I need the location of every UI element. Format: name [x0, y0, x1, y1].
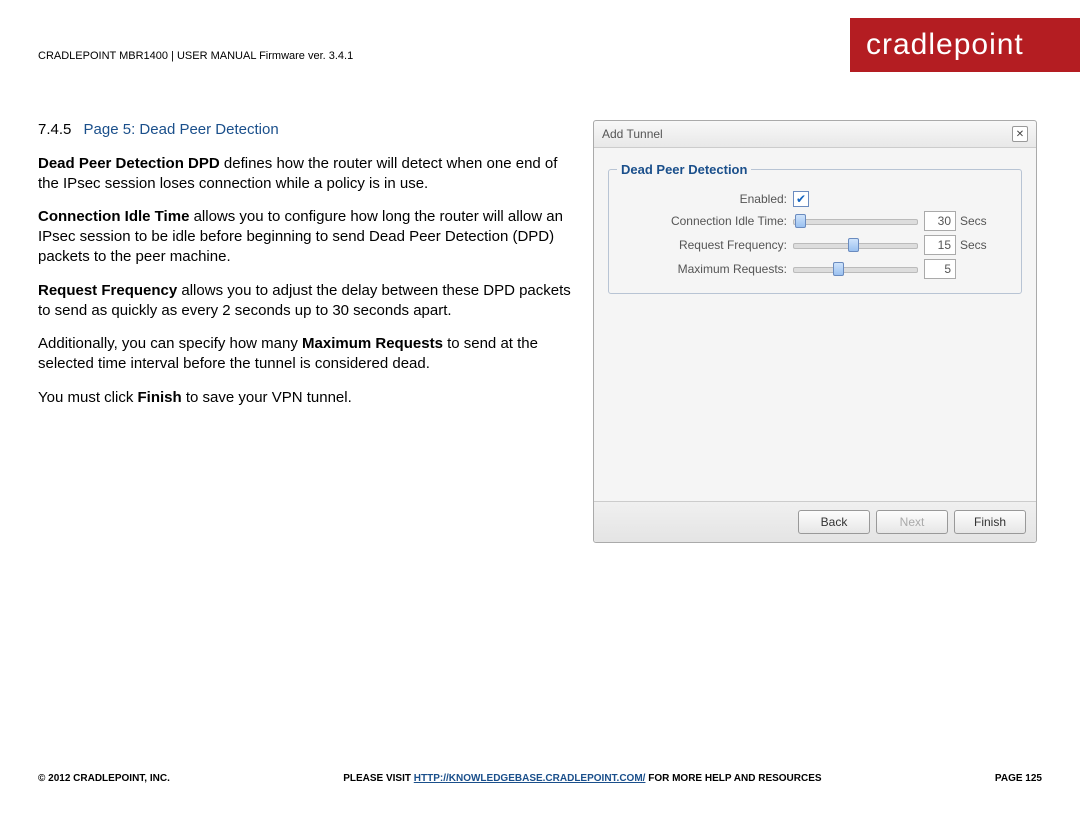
dialog-title: Add Tunnel: [602, 127, 663, 141]
close-icon[interactable]: ✕: [1012, 126, 1028, 142]
group-legend: Dead Peer Detection: [617, 162, 751, 177]
footer-copyright: © 2012 CRADLEPOINT, INC.: [38, 773, 170, 784]
finish-button[interactable]: Finish: [954, 510, 1026, 534]
idle-label: Connection Idle Time:: [617, 214, 793, 228]
max-label: Maximum Requests:: [617, 262, 793, 276]
slider-thumb-icon[interactable]: [833, 262, 844, 276]
freq-slider[interactable]: [793, 238, 918, 252]
idle-value[interactable]: 30: [924, 211, 956, 231]
enabled-label: Enabled:: [617, 192, 793, 206]
add-tunnel-dialog: Add Tunnel ✕ Dead Peer Detection Enabled…: [593, 120, 1037, 543]
paragraph-idle: Connection Idle Time allows you to confi…: [38, 207, 573, 266]
paragraph-dpd: Dead Peer Detection DPD defines how the …: [38, 154, 573, 194]
text: You must click: [38, 389, 138, 406]
footer-mid-pre: PLEASE VISIT: [343, 773, 414, 784]
max-value[interactable]: 5: [924, 259, 956, 279]
bold-max: Maximum Requests: [302, 335, 443, 352]
freq-label: Request Frequency:: [617, 238, 793, 252]
freq-value[interactable]: 15: [924, 235, 956, 255]
unit-label: Secs: [960, 238, 987, 252]
text: Additionally, you can specify how many: [38, 335, 302, 352]
footer-mid: PLEASE VISIT HTTP://KNOWLEDGEBASE.CRADLE…: [343, 773, 821, 784]
paragraph-max: Additionally, you can specify how many M…: [38, 334, 573, 374]
paragraph-finish: You must click Finish to save your VPN t…: [38, 388, 573, 408]
next-button[interactable]: Next: [876, 510, 948, 534]
brand-logo: cradlepoint: [850, 18, 1080, 72]
footer-page: PAGE 125: [995, 773, 1042, 784]
bold-freq: Request Frequency: [38, 282, 177, 299]
footer-link[interactable]: HTTP://KNOWLEDGEBASE.CRADLEPOINT.COM/: [414, 773, 646, 784]
paragraph-freq: Request Frequency allows you to adjust t…: [38, 281, 573, 321]
text: to save your VPN tunnel.: [182, 389, 352, 406]
bold-idle: Connection Idle Time: [38, 208, 189, 225]
enabled-checkbox[interactable]: ✔: [793, 191, 809, 207]
slider-thumb-icon[interactable]: [795, 214, 806, 228]
section-title: Page 5: Dead Peer Detection: [84, 121, 279, 138]
bold-dpd: Dead Peer Detection DPD: [38, 155, 220, 172]
check-icon: ✔: [796, 193, 806, 205]
footer-mid-post: FOR MORE HELP AND RESOURCES: [645, 773, 821, 784]
idle-slider[interactable]: [793, 214, 918, 228]
back-button[interactable]: Back: [798, 510, 870, 534]
slider-thumb-icon[interactable]: [848, 238, 859, 252]
unit-label: Secs: [960, 214, 987, 228]
max-slider[interactable]: [793, 262, 918, 276]
section-number: 7.4.5: [38, 121, 71, 138]
bold-finish: Finish: [138, 389, 182, 406]
